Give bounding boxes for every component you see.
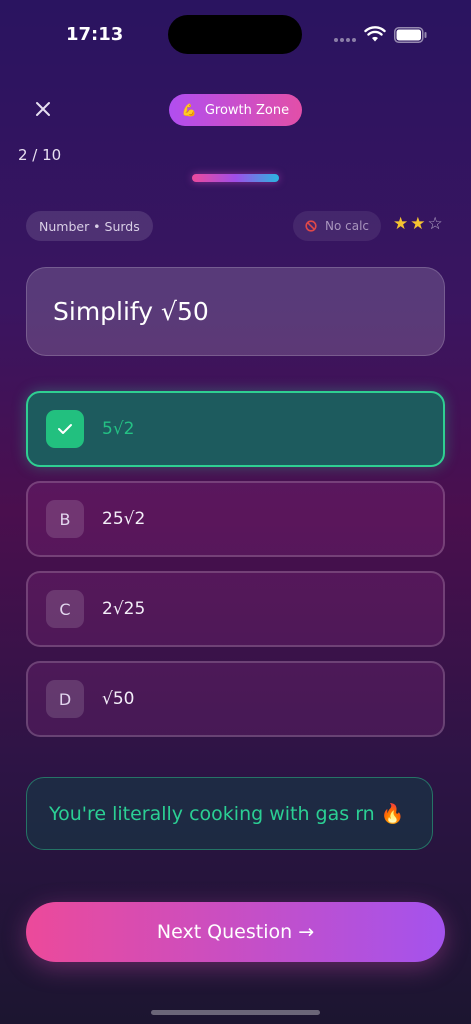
check-icon xyxy=(58,424,72,434)
wifi-icon xyxy=(364,26,386,42)
status-bar: 17:13 xyxy=(0,0,471,70)
answer-option-b[interactable]: B 25√2 xyxy=(26,481,445,557)
option-text: √50 xyxy=(102,689,135,709)
topic-label: Number • Surds xyxy=(39,218,140,234)
option-letter: C xyxy=(46,590,84,628)
no-calculator-chip: No calc xyxy=(293,211,382,241)
question-progress-count: 2 / 10 xyxy=(18,146,62,164)
home-indicator[interactable] xyxy=(151,1010,320,1015)
question-text: Simplify √50 xyxy=(53,297,209,326)
feedback-card: You're literally cooking with gas rn 🔥 xyxy=(26,777,433,850)
battery-icon xyxy=(394,27,427,43)
close-icon xyxy=(36,102,50,116)
feedback-text: You're literally cooking with gas rn 🔥 xyxy=(49,803,405,825)
answer-option-c[interactable]: C 2√25 xyxy=(26,571,445,647)
option-letter: D xyxy=(46,680,84,718)
status-time: 17:13 xyxy=(66,24,124,45)
option-text: 25√2 xyxy=(102,509,146,529)
calc-label: No calc xyxy=(325,219,370,233)
dynamic-island xyxy=(168,15,302,54)
answer-option-d[interactable]: D √50 xyxy=(26,661,445,737)
star-filled-icon: ★ xyxy=(410,214,426,234)
no-entry-icon xyxy=(305,220,317,232)
growth-zone-badge: 💪 Growth Zone xyxy=(169,94,302,126)
difficulty-stars: ★ ★ ☆ xyxy=(393,214,443,234)
answer-option-a[interactable]: 5√2 xyxy=(26,391,445,467)
growth-zone-label: Growth Zone xyxy=(204,102,290,118)
topic-chip: Number • Surds xyxy=(26,211,153,241)
star-empty-icon: ☆ xyxy=(427,214,443,234)
option-letter: B xyxy=(46,500,84,538)
flexed-bicep-icon: 💪 xyxy=(181,103,197,117)
star-filled-icon: ★ xyxy=(393,214,409,234)
next-question-button[interactable]: Next Question → xyxy=(26,902,445,962)
option-text: 2√25 xyxy=(102,599,146,619)
close-button[interactable] xyxy=(28,94,58,124)
check-badge xyxy=(46,410,84,448)
option-text: 5√2 xyxy=(102,419,135,439)
cellular-signal-icon xyxy=(334,38,356,42)
question-card: Simplify √50 xyxy=(26,267,445,356)
progress-bar xyxy=(192,174,279,182)
